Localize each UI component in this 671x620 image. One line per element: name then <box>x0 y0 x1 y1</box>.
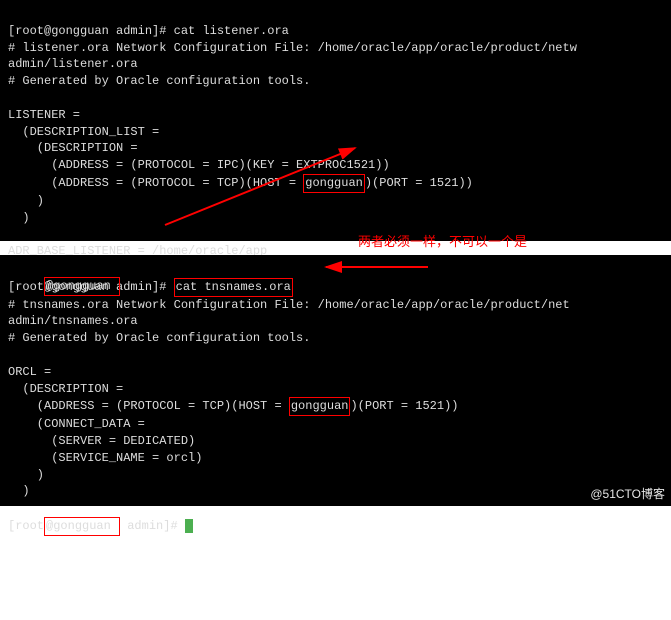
comment-line: admin/listener.ora <box>8 57 138 71</box>
config-line: ) <box>8 211 30 225</box>
config-line: (CONNECT_DATA = <box>8 417 145 431</box>
comment-line: admin/tnsnames.ora <box>8 314 138 328</box>
config-line: ORCL = <box>8 365 51 379</box>
comment-line: # tnsnames.ora Network Configuration Fil… <box>8 298 570 312</box>
highlight-prompt-host: @gongguan <box>44 517 120 536</box>
cursor-icon <box>185 519 193 533</box>
watermark-text: @51CTO博客 <box>590 486 665 503</box>
comment-line: # Generated by Oracle configuration tool… <box>8 331 310 345</box>
comment-line: # listener.ora Network Configuration Fil… <box>8 41 577 55</box>
comment-line: # Generated by Oracle configuration tool… <box>8 74 310 88</box>
config-line: (SERVICE_NAME = orcl) <box>8 451 202 465</box>
command-text: cat listener.ora <box>174 24 289 38</box>
terminal-listener-ora: [root@gongguan admin]# cat listener.ora … <box>0 0 671 241</box>
highlight-host-gongguan: gongguan <box>289 397 351 416</box>
config-line: (ADDRESS = (PROTOCOL = IPC)(KEY = EXTPRO… <box>8 158 390 172</box>
config-line: (DESCRIPTION_LIST = <box>8 125 159 139</box>
highlight-host-gongguan: gongguan <box>303 174 365 193</box>
config-line: ) <box>8 484 30 498</box>
config-line: (ADDRESS = (PROTOCOL = TCP)(HOST = gongg… <box>8 399 459 413</box>
config-line: (ADDRESS = (PROTOCOL = TCP)(HOST = gongg… <box>8 176 473 190</box>
config-line: ) <box>8 468 44 482</box>
prompt-line: [root@gongguan admin]# cat listener.ora <box>8 24 289 38</box>
config-line: LISTENER = <box>8 108 80 122</box>
config-line: (SERVER = DEDICATED) <box>8 434 195 448</box>
config-line: ) <box>8 194 44 208</box>
arrow-icon <box>318 258 433 276</box>
prompt-line: [root@gongguan admin]# <box>8 519 193 533</box>
highlight-prompt-host: @gongguan <box>44 277 120 296</box>
highlight-command-box: cat tnsnames.ora <box>174 278 293 297</box>
config-line: (DESCRIPTION = <box>8 382 123 396</box>
config-line: (DESCRIPTION = <box>8 141 138 155</box>
